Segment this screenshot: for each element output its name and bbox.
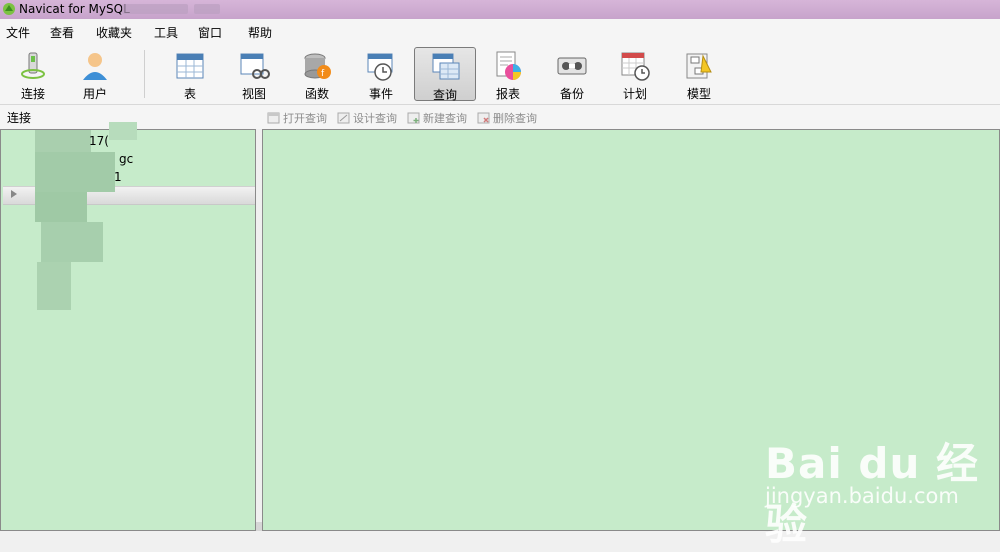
report-label: 报表 (495, 87, 520, 101)
query-button[interactable]: 查询 (414, 47, 476, 102)
object-toolbar: 连接 打开查询 设计查询 新建查询 删除查询 (0, 105, 1000, 129)
view-label: 视图 (241, 87, 266, 101)
title-bar: Navicat for MySQL (0, 0, 1000, 19)
new-query-label: 新建查询 (423, 112, 467, 125)
delete-query-icon (477, 112, 490, 124)
report-icon (496, 51, 521, 80)
table-label: 表 (183, 87, 196, 101)
navicat-logo-icon (3, 3, 15, 15)
schedule-icon (621, 52, 650, 81)
blurred-region (41, 222, 103, 262)
open-query-button[interactable]: 打开查询 (267, 110, 327, 126)
function-button[interactable]: f 函数 (286, 47, 348, 101)
user-icon (83, 53, 107, 80)
event-icon (367, 53, 393, 81)
model-icon (686, 53, 712, 79)
title-blur-2 (194, 4, 220, 14)
window-title: Navicat for MySQL (19, 2, 130, 16)
view-icon (240, 53, 270, 79)
title-blur (122, 4, 188, 14)
baidu-watermark: Bai du 经验 jingyan.baidu.com (765, 430, 995, 549)
menu-favorites[interactable]: 收藏夹 (96, 24, 132, 41)
user-label: 用户 (82, 87, 107, 101)
open-query-label: 打开查询 (283, 112, 327, 125)
tree-text-fragment: 1 (114, 170, 122, 184)
delete-query-button[interactable]: 删除查询 (477, 110, 537, 126)
report-button[interactable]: 报表 (477, 47, 539, 101)
backup-label: 备份 (559, 87, 584, 101)
watermark-url: jingyan.baidu.com (765, 484, 959, 508)
connection-tree-panel[interactable]: 17( gc 1 (0, 122, 256, 531)
model-button[interactable]: 模型 (668, 47, 730, 101)
function-icon: f (304, 53, 331, 79)
delete-query-label: 删除查询 (493, 112, 537, 125)
backup-button[interactable]: 备份 (541, 47, 603, 101)
design-query-icon (337, 112, 350, 124)
menu-file[interactable]: 文件 (6, 24, 30, 41)
connection-label: 连接 (20, 87, 45, 101)
connection-pane-label: 连接 (7, 111, 32, 125)
menu-help[interactable]: 帮助 (248, 24, 272, 41)
blurred-region (35, 130, 91, 152)
function-label: 函数 (304, 87, 329, 101)
event-button[interactable]: 事件 (350, 47, 412, 101)
new-query-icon (407, 112, 420, 124)
connection-icon (21, 52, 45, 79)
connection-button[interactable]: 连接 (2, 47, 64, 101)
tree-text-fragment: 17( (89, 134, 109, 148)
menu-bar: 文件 查看 收藏夹 工具 窗口 帮助 (0, 19, 1000, 44)
new-query-button[interactable]: 新建查询 (407, 110, 467, 126)
blurred-region (35, 152, 115, 192)
toolbar-separator (144, 50, 145, 98)
menu-view[interactable]: 查看 (50, 24, 74, 41)
table-icon (176, 53, 204, 79)
menu-window[interactable]: 窗口 (198, 24, 222, 41)
blurred-region (37, 262, 71, 310)
design-query-button[interactable]: 设计查询 (337, 110, 397, 126)
query-icon (432, 53, 460, 80)
event-label: 事件 (368, 87, 393, 101)
model-label: 模型 (686, 87, 711, 101)
backup-icon (557, 57, 587, 75)
design-query-label: 设计查询 (353, 112, 397, 125)
main-toolbar: 连接 用户 表 视图 f 函数 事件 查询 报表 备份 计划 模型 (0, 44, 1000, 105)
menu-tools[interactable]: 工具 (154, 24, 178, 41)
blurred-region (35, 192, 87, 222)
schedule-label: 计划 (622, 87, 647, 101)
view-button[interactable]: 视图 (223, 47, 285, 101)
blurred-region (109, 122, 137, 140)
tree-text-fragment: gc (119, 152, 134, 166)
expand-arrow-icon[interactable] (11, 190, 17, 198)
user-button[interactable]: 用户 (64, 47, 126, 101)
schedule-button[interactable]: 计划 (604, 47, 666, 101)
query-label: 查询 (432, 88, 457, 102)
open-query-icon (267, 112, 280, 124)
table-button[interactable]: 表 (159, 47, 221, 101)
